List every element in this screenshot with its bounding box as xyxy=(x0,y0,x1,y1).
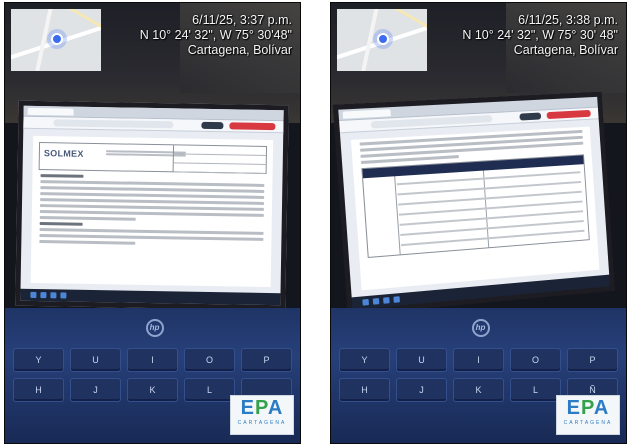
key: O xyxy=(510,348,561,372)
document-page xyxy=(350,126,600,291)
key: U xyxy=(70,348,121,372)
document-table xyxy=(361,154,590,258)
geo-stamp: 6/11/25, 3:38 p.m. N 10° 24' 32", W 75° … xyxy=(462,13,618,58)
key: P xyxy=(241,348,292,372)
timestamp: 6/11/25, 3:37 p.m. xyxy=(192,13,292,27)
map-thumbnail xyxy=(337,9,427,71)
hp-logo-icon: hp xyxy=(145,319,164,337)
laptop-screen xyxy=(332,91,615,316)
photo-left: 6/11/25, 3:37 p.m. N 10° 24' 32", W 75° … xyxy=(4,2,301,444)
laptop-screen: SOLMEX xyxy=(15,100,289,311)
key: Y xyxy=(13,348,64,372)
key: L xyxy=(184,378,235,402)
taskbar xyxy=(20,288,281,306)
place-name: Cartagena, Bolívar xyxy=(187,43,292,57)
document-header-table: SOLMEX xyxy=(38,142,268,174)
key: K xyxy=(127,378,178,402)
epa-watermark-logo: EPA CARTAGENA xyxy=(556,395,620,435)
key: H xyxy=(13,378,64,402)
key: I xyxy=(127,348,178,372)
key: J xyxy=(396,378,447,402)
timestamp: 6/11/25, 3:38 p.m. xyxy=(518,13,618,27)
key: J xyxy=(70,378,121,402)
epa-watermark-logo: EPA CARTAGENA xyxy=(230,395,294,435)
company-logo: SOLMEX xyxy=(43,148,84,159)
key: L xyxy=(510,378,561,402)
key: P xyxy=(567,348,618,372)
key: K xyxy=(453,378,504,402)
document-page: SOLMEX xyxy=(30,135,274,288)
key: H xyxy=(339,378,390,402)
geo-stamp: 6/11/25, 3:37 p.m. N 10° 24' 32", W 75° … xyxy=(140,13,292,58)
location-pin-icon xyxy=(377,33,389,45)
photo-right: 6/11/25, 3:38 p.m. N 10° 24' 32", W 75° … xyxy=(330,2,627,444)
place-name: Cartagena, Bolívar xyxy=(513,43,618,57)
key: Y xyxy=(339,348,390,372)
location-pin-icon xyxy=(51,33,63,45)
key: I xyxy=(453,348,504,372)
key: U xyxy=(396,348,447,372)
map-thumbnail xyxy=(11,9,101,71)
key: O xyxy=(184,348,235,372)
coordinates: N 10° 24' 32", W 75° 30' 48" xyxy=(462,28,618,42)
coordinates: N 10° 24' 32", W 75° 30'48" xyxy=(139,28,292,42)
hp-logo-icon: hp xyxy=(471,319,490,337)
